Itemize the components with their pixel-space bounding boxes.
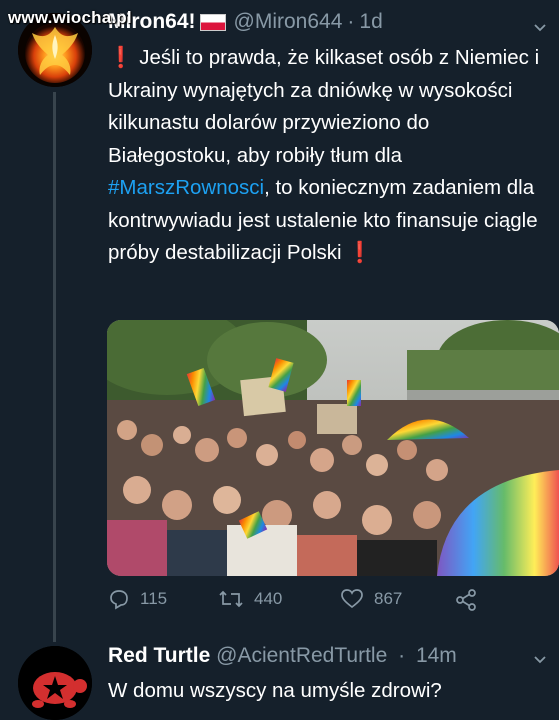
retweet-count: 440 bbox=[254, 589, 283, 608]
reply-button[interactable]: 115 bbox=[108, 588, 167, 610]
tweet-photo[interactable] bbox=[107, 320, 559, 576]
reply-icon bbox=[110, 590, 128, 610]
exclamation-icon: ❗ bbox=[108, 46, 134, 69]
reply-display-name[interactable]: Red Turtle bbox=[108, 644, 210, 667]
chevron-down-icon[interactable] bbox=[533, 20, 547, 34]
crowd-march-photo-icon bbox=[107, 320, 559, 576]
like-count: 867 bbox=[374, 589, 403, 608]
user-handle[interactable]: @Miron644 bbox=[234, 10, 343, 34]
avatar-red-turtle[interactable] bbox=[18, 646, 92, 720]
chevron-down-icon[interactable] bbox=[533, 652, 547, 666]
hashtag-link[interactable]: #MarszRownosci bbox=[108, 176, 264, 199]
retweet-icon bbox=[219, 590, 243, 608]
like-button[interactable]: 867 bbox=[340, 588, 402, 610]
reply-timestamp[interactable]: 14m bbox=[416, 644, 457, 667]
tweet-thread-screen: www.wiocha.pl Miron64! @Miron644 · 1d ❗ … bbox=[0, 0, 559, 720]
thread-connector-line bbox=[53, 92, 56, 642]
separator-dot: · bbox=[347, 10, 355, 33]
reply-handle[interactable]: @AcientRedTurtle bbox=[216, 644, 387, 667]
heart-icon bbox=[341, 589, 363, 609]
tweet-header: Miron64! @Miron644 · 1d bbox=[108, 10, 383, 34]
share-icon bbox=[456, 589, 476, 611]
exclamation-icon: ❗ bbox=[347, 241, 373, 264]
red-turtle-avatar-icon bbox=[18, 646, 92, 720]
share-button[interactable] bbox=[454, 588, 488, 612]
tweet-text: ❗ Jeśli to prawda, że kilkaset osób z Ni… bbox=[108, 42, 548, 270]
tweet-text-part1: Jeśli to prawda, że kilkaset osób z Niem… bbox=[108, 46, 540, 167]
retweet-button[interactable]: 440 bbox=[218, 588, 282, 610]
tweet-timestamp[interactable]: 1d bbox=[359, 10, 382, 34]
watermark-text: www.wiocha.pl bbox=[8, 8, 132, 27]
reply-text: W domu wszyscy na umyśle zdrowi? bbox=[108, 679, 442, 702]
separator-dot: · bbox=[398, 644, 406, 667]
reply-count: 115 bbox=[140, 589, 168, 608]
tweet-actions-bar: 115 440 867 bbox=[108, 588, 548, 618]
poland-flag-icon bbox=[199, 13, 226, 31]
reply-header: Red Turtle @AcientRedTurtle · 14m bbox=[108, 644, 457, 668]
